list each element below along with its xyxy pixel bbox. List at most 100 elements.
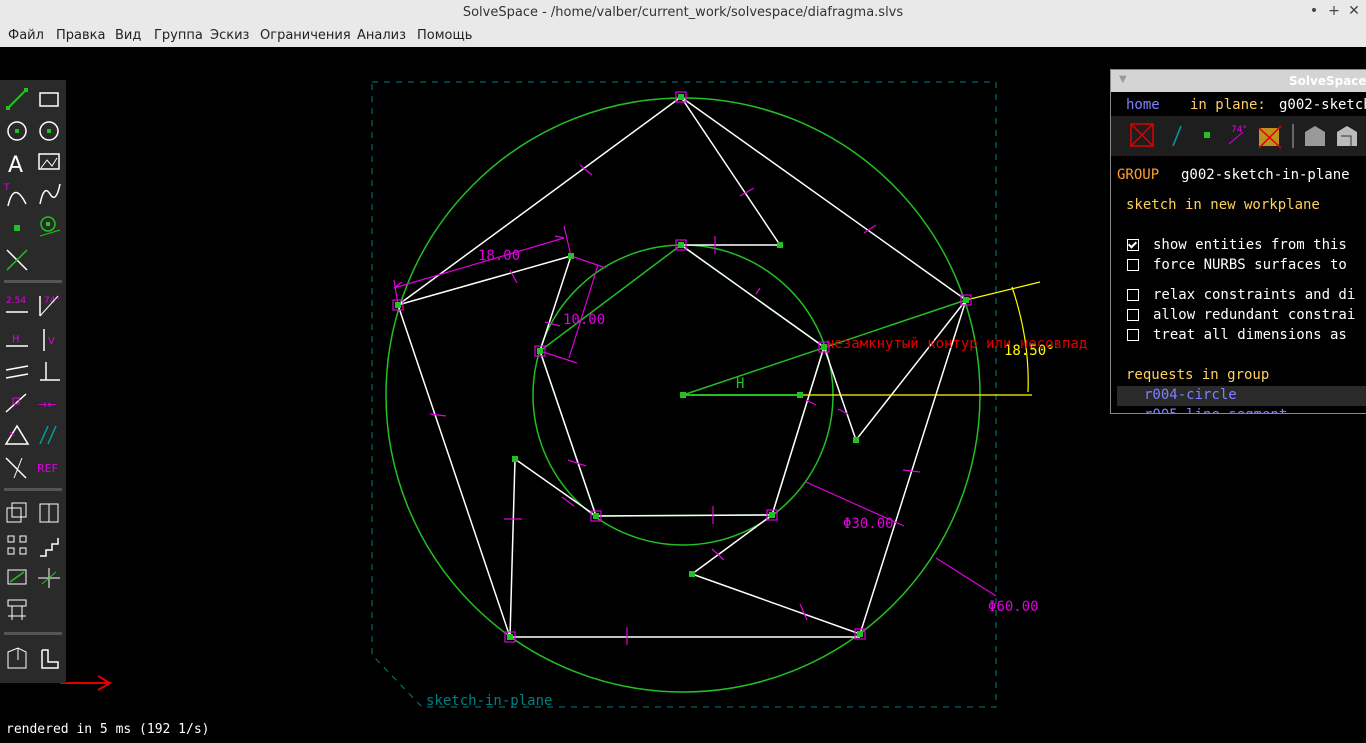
horizontal-constraint-label[interactable]: H	[736, 376, 744, 392]
show-normals-icon[interactable]	[1172, 125, 1182, 147]
option-treat-dimensions[interactable]: treat all dimensions as	[1153, 327, 1347, 343]
show-constraints-icon[interactable]: 74°	[1231, 125, 1247, 135]
in-plane-label: in plane:	[1190, 97, 1266, 113]
distance-constraint-icon[interactable]: 2.54	[6, 296, 28, 313]
checkbox-relax-constraints[interactable]	[1127, 289, 1139, 301]
requests-label: requests in group	[1126, 367, 1270, 383]
svg-text:2.54: 2.54	[6, 296, 26, 306]
menu-constrain[interactable]: Ограничения	[260, 28, 351, 43]
request-item[interactable]: r005-line-segment	[1144, 407, 1287, 413]
link-icon[interactable]	[7, 599, 27, 620]
lathe-icon[interactable]	[39, 503, 59, 523]
dim-18-lines	[393, 225, 572, 306]
show-faces-icon[interactable]	[1258, 125, 1282, 149]
circle-icon[interactable]	[7, 121, 27, 141]
window-titlebar: SolveSpace - /home/valber/current_work/s…	[0, 0, 1366, 25]
perpendicular-constraint-icon[interactable]	[40, 362, 60, 381]
vertical-constraint-icon[interactable]: V	[43, 329, 55, 351]
option-force-nurbs[interactable]: force NURBS surfaces to	[1153, 257, 1347, 273]
sketch-in-plane-icon[interactable]	[38, 568, 60, 588]
other-supplementary-icon[interactable]	[5, 457, 27, 479]
rectangle-icon[interactable]	[39, 92, 59, 107]
minimize-button[interactable]: •	[1306, 3, 1322, 19]
property-browser: ▼ SolveSpace - home in plane: g002-sketc…	[1110, 69, 1366, 414]
option-relax-constraints[interactable]: relax constraints and di	[1153, 287, 1355, 303]
image-icon[interactable]	[38, 153, 60, 170]
equal-constraint-ticks	[429, 164, 921, 645]
datum-point-icon[interactable]	[14, 225, 20, 231]
workplane-view-icon[interactable]	[41, 649, 59, 669]
orientation-icon[interactable]	[39, 425, 57, 445]
angle-constraint-icon[interactable]: 74°	[39, 295, 60, 317]
svg-text:→←: →←	[38, 398, 56, 411]
property-browser-title: SolveSpace -	[1289, 74, 1366, 88]
checkbox-force-nurbs[interactable]	[1127, 259, 1139, 271]
workplane-icon[interactable]	[39, 216, 61, 237]
spline-icon[interactable]	[39, 183, 61, 205]
dimension-10[interactable]: 10.00	[563, 312, 605, 328]
group-label: GROUP	[1117, 167, 1160, 183]
dimension-18[interactable]: 18.00	[478, 248, 520, 264]
request-item[interactable]: r004-circle	[1144, 387, 1237, 403]
option-allow-redundant[interactable]: allow redundant constrai	[1153, 307, 1355, 323]
show-mesh-icon[interactable]	[1305, 126, 1325, 146]
equal-length-icon[interactable]	[4, 424, 30, 445]
dimension-diameter-30[interactable]: Φ30.00	[843, 516, 894, 532]
group-type: sketch in new workplane	[1126, 197, 1320, 213]
view-option-icons: 74°	[1130, 123, 1357, 149]
reference-icon[interactable]: REF	[37, 462, 58, 475]
dimension-diameter-60[interactable]: Φ60.00	[988, 599, 1039, 615]
window-title: SolveSpace - /home/valber/current_work/s…	[462, 5, 904, 20]
arc-icon[interactable]	[39, 121, 59, 141]
home-link[interactable]: home	[1126, 97, 1160, 113]
checkbox-treat-dimensions[interactable]	[1127, 329, 1139, 341]
step-rotate-icon[interactable]	[7, 535, 27, 555]
menu-sketch[interactable]: Эскиз	[210, 28, 249, 43]
view-options-bar: 74°	[1111, 116, 1366, 156]
toolbar-separator	[4, 280, 62, 283]
svg-text:T: T	[3, 183, 10, 193]
options-separator	[1292, 124, 1294, 148]
option-show-entities[interactable]: show entities from this	[1153, 237, 1347, 253]
menu-edit[interactable]: Правка	[56, 28, 105, 43]
in-plane-value[interactable]: g002-sketch	[1279, 97, 1366, 113]
menu-group[interactable]: Группа	[154, 28, 203, 43]
svg-text:V: V	[48, 336, 55, 347]
svg-text:74°: 74°	[44, 296, 60, 306]
menu-help[interactable]: Помощь	[417, 28, 472, 43]
parallel-constraint-icon[interactable]	[5, 365, 29, 379]
collapse-icon[interactable]: ▼	[1119, 74, 1127, 85]
sketch-in-3d-icon[interactable]	[7, 569, 27, 585]
menu-bar: Файл Правка Вид Группа Эскиз Ограничения…	[0, 25, 1366, 48]
toolbar-separator	[4, 632, 62, 635]
show-outlines-icon[interactable]	[1337, 126, 1357, 146]
text-icon[interactable]: A	[8, 153, 23, 178]
close-button[interactable]: ✕	[1346, 3, 1362, 19]
tangent-arc-icon[interactable]: T	[3, 183, 27, 207]
step-translate-icon[interactable]	[40, 538, 59, 557]
line-segment-icon[interactable]	[6, 88, 28, 110]
split-curves-icon[interactable]	[6, 249, 28, 271]
horizontal-constraint-icon[interactable]: H	[6, 334, 28, 347]
group-name[interactable]: g002-sketch-in-plane	[1181, 167, 1350, 183]
menu-view[interactable]: Вид	[115, 28, 141, 43]
error-message: незамкнутый контур или несовпад	[826, 336, 1087, 352]
extrude-icon[interactable]	[6, 502, 27, 523]
menu-file[interactable]: Файл	[8, 28, 44, 43]
symmetric-icon[interactable]: →←	[38, 398, 56, 411]
workplane-label: sketch-in-plane	[426, 693, 552, 709]
property-browser-titlebar[interactable]: ▼ SolveSpace -	[1111, 70, 1366, 92]
hide-workplanes-icon[interactable]	[1130, 123, 1154, 147]
render-status: rendered in 5 ms (192 1/s)	[6, 722, 210, 737]
menu-analyze[interactable]: Анализ	[357, 28, 406, 43]
isometric-view-icon[interactable]	[7, 647, 27, 669]
checkbox-allow-redundant[interactable]	[1127, 309, 1139, 321]
show-points-icon[interactable]	[1204, 132, 1210, 138]
point-on-line-icon[interactable]	[5, 393, 27, 413]
blade-segments[interactable]	[397, 96, 967, 638]
checkbox-show-entities[interactable]	[1127, 239, 1139, 251]
svg-text:H: H	[12, 334, 20, 345]
toolbar-separator	[4, 488, 62, 491]
dim-dia60-leader	[935, 557, 997, 597]
maximize-button[interactable]: +	[1326, 3, 1342, 19]
